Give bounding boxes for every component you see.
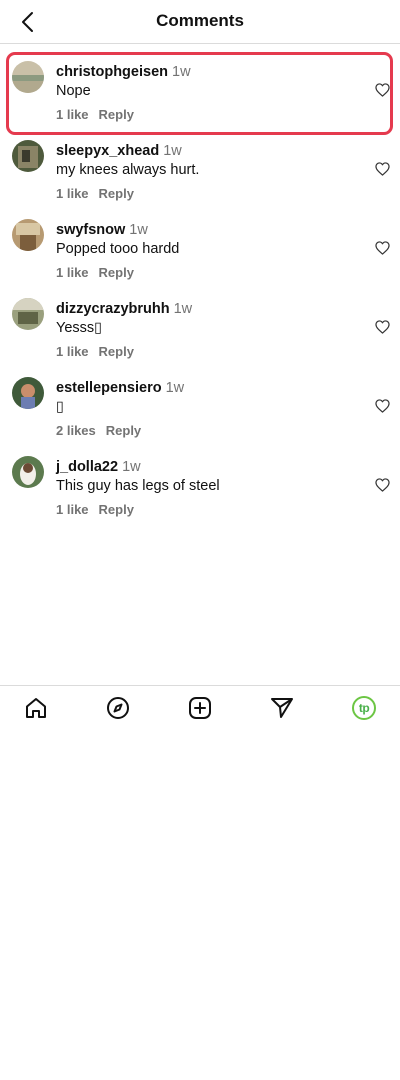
heart-icon[interactable]: [375, 241, 390, 255]
like-count[interactable]: 1 like: [56, 265, 89, 280]
comment-username[interactable]: christophgeisen: [56, 64, 168, 80]
like-count[interactable]: 1 like: [56, 344, 89, 359]
avatar[interactable]: [12, 298, 44, 330]
heart-icon[interactable]: [375, 478, 390, 492]
avatar[interactable]: [12, 140, 44, 172]
reply-button[interactable]: Reply: [99, 107, 134, 122]
heart-icon[interactable]: [375, 399, 390, 413]
comment-item: dizzycrazybruhh 1w Yesss▯ 1 like Reply: [0, 289, 400, 368]
home-icon[interactable]: [24, 696, 48, 720]
reply-button[interactable]: Reply: [99, 344, 134, 359]
bottom-nav: tp: [0, 685, 400, 731]
create-post-icon[interactable]: [188, 696, 212, 720]
top-bar: Comments: [0, 0, 400, 44]
comment-text: Popped tooo hardd: [56, 241, 180, 257]
comment-timestamp: 1w: [173, 301, 193, 317]
send-icon[interactable]: [270, 696, 294, 720]
comment-timestamp: 1w: [165, 380, 185, 396]
comment-item: christophgeisen 1w Nope 1 like Reply: [0, 52, 400, 135]
avatar[interactable]: [12, 219, 44, 251]
profile-avatar[interactable]: tp: [352, 696, 376, 720]
page-title: Comments: [156, 11, 244, 30]
comment-item: estellepensiero 1w ▯ 2 likes Reply: [0, 368, 400, 447]
like-count[interactable]: 1 like: [56, 502, 89, 517]
heart-icon[interactable]: [375, 83, 390, 97]
comment-text: This guy has legs of steel: [56, 478, 220, 494]
heart-icon[interactable]: [375, 320, 390, 334]
comment-timestamp: 1w: [163, 143, 182, 159]
comment-timestamp: 1w: [172, 64, 191, 80]
comment-text: my knees always hurt.: [56, 162, 200, 178]
comment-timestamp: 1w: [129, 222, 148, 238]
comment-username[interactable]: j_dolla22: [56, 459, 118, 475]
reply-button[interactable]: Reply: [99, 502, 134, 517]
comment-text: Yesss▯: [56, 320, 103, 336]
like-count[interactable]: 2 likes: [56, 423, 96, 438]
comment-list: christophgeisen 1w Nope 1 like Reply sleep…: [0, 52, 400, 526]
comment-text: Nope: [56, 83, 91, 99]
comment-item: swyfsnow 1w Popped tooo hardd 1 like Reply: [0, 210, 400, 289]
explore-icon[interactable]: [106, 696, 130, 720]
like-count[interactable]: 1 like: [56, 107, 89, 122]
comment-item: j_dolla22 1w This guy has legs of steel 1…: [0, 447, 400, 526]
reply-button[interactable]: Reply: [99, 265, 134, 280]
avatar[interactable]: [12, 377, 44, 409]
like-count[interactable]: 1 like: [56, 186, 89, 201]
comment-username[interactable]: estellepensiero: [56, 380, 162, 396]
reply-button[interactable]: Reply: [106, 423, 141, 438]
comment-username[interactable]: sleepyx_xhead: [56, 143, 159, 159]
avatar[interactable]: [12, 61, 44, 93]
avatar[interactable]: [12, 456, 44, 488]
comment-item: sleepyx_xhead 1w my knees always hurt. 1 …: [0, 131, 400, 210]
comment-username[interactable]: dizzycrazybruhh: [56, 301, 170, 317]
comment-username[interactable]: swyfsnow: [56, 222, 125, 238]
comment-text: ▯: [56, 399, 64, 415]
comment-timestamp: 1w: [122, 459, 141, 475]
reply-button[interactable]: Reply: [99, 186, 134, 201]
heart-icon[interactable]: [375, 162, 390, 176]
